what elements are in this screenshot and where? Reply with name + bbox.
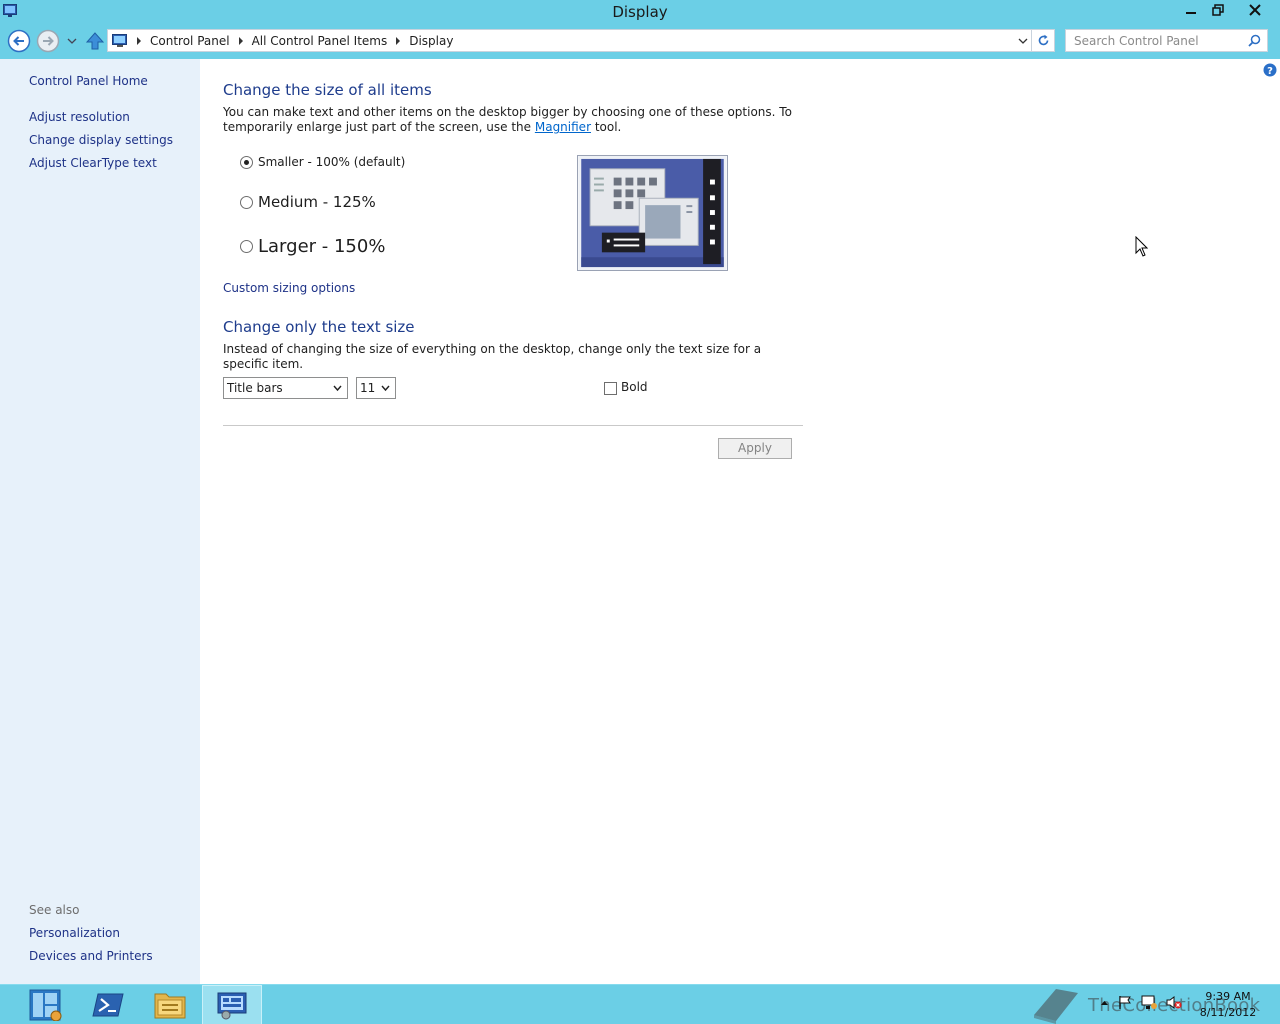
breadcrumb-all-items[interactable]: All Control Panel Items xyxy=(252,34,388,48)
back-button[interactable] xyxy=(7,29,31,53)
restore-button[interactable] xyxy=(1204,0,1232,20)
bold-label[interactable]: Bold xyxy=(621,380,648,394)
display-preview-image xyxy=(577,155,728,271)
control-panel-icon xyxy=(217,992,247,1020)
system-tray xyxy=(1100,995,1182,1010)
breadcrumb-separator[interactable] xyxy=(396,36,401,45)
taskbar-control-panel[interactable] xyxy=(202,985,262,1024)
apply-button[interactable]: Apply xyxy=(718,438,792,459)
magnifier-link[interactable]: Magnifier xyxy=(535,120,591,134)
restore-icon xyxy=(1212,4,1224,16)
sidebar-devices-printers[interactable]: Devices and Printers xyxy=(29,949,153,963)
network-icon[interactable] xyxy=(1141,995,1157,1010)
address-bar[interactable]: Control Panel All Control Panel Items Di… xyxy=(107,29,1055,52)
size-description: You can make text and other items on the… xyxy=(223,105,803,135)
taskbar-file-explorer[interactable] xyxy=(140,985,200,1024)
chevron-down-icon xyxy=(381,385,390,392)
radio-larger[interactable] xyxy=(240,240,253,253)
back-arrow-icon xyxy=(7,29,31,53)
chevron-down-icon xyxy=(67,38,77,44)
forward-arrow-icon xyxy=(36,29,60,53)
chevron-down-icon xyxy=(333,385,342,392)
flag-icon[interactable] xyxy=(1118,995,1132,1010)
sidebar: Control Panel Home Adjust resolution Cha… xyxy=(0,59,200,984)
option-smaller-label: Smaller - 100% (default) xyxy=(258,155,406,169)
radio-medium[interactable] xyxy=(240,195,253,209)
minimize-button[interactable] xyxy=(1177,0,1205,20)
show-hidden-icons-icon[interactable] xyxy=(1100,999,1109,1007)
sidebar-adjust-cleartype[interactable]: Adjust ClearType text xyxy=(29,156,157,170)
option-medium-label: Medium - 125% xyxy=(258,193,376,211)
search-input[interactable] xyxy=(1066,30,1244,51)
item-select-value: Title bars xyxy=(227,381,283,395)
file-explorer-icon xyxy=(154,993,186,1019)
breadcrumb-display[interactable]: Display xyxy=(409,34,453,48)
navigation-bar: Control Panel All Control Panel Items Di… xyxy=(0,24,1280,59)
window-title: Display xyxy=(612,3,668,21)
close-button[interactable] xyxy=(1232,0,1277,20)
refresh-button[interactable] xyxy=(1031,30,1054,51)
title-bar: Display xyxy=(0,0,1280,24)
clock-date: 8/11/2012 xyxy=(1199,1006,1257,1019)
chevron-down-icon xyxy=(1018,38,1027,44)
text-size-description: Instead of changing the size of everythi… xyxy=(223,342,762,371)
svg-text:?: ? xyxy=(1267,66,1273,77)
text-size-heading: Change only the text size xyxy=(223,318,415,336)
option-larger-label: Larger - 150% xyxy=(258,236,386,257)
size-heading: Change the size of all items xyxy=(223,81,432,99)
main-content: ? Change the size of all items You can m… xyxy=(200,59,1280,984)
item-select[interactable]: Title bars xyxy=(223,377,348,399)
volume-muted-icon[interactable] xyxy=(1166,995,1182,1010)
address-history-button[interactable] xyxy=(1014,30,1031,51)
bold-checkbox[interactable] xyxy=(604,382,617,395)
recent-locations-button[interactable] xyxy=(66,29,78,53)
taskbar: TheCollectionBook 9:39 AM 8/11/2012 xyxy=(0,984,1280,1024)
size-description-tail: tool. xyxy=(591,120,622,134)
sidebar-adjust-resolution[interactable]: Adjust resolution xyxy=(29,110,130,124)
option-smaller[interactable]: Smaller - 100% (default) xyxy=(240,155,405,169)
sidebar-control-panel-home[interactable]: Control Panel Home xyxy=(29,74,148,88)
sidebar-personalization[interactable]: Personalization xyxy=(29,926,120,940)
size-description-text: You can make text and other items on the… xyxy=(223,105,792,134)
breadcrumb-separator[interactable] xyxy=(137,36,141,45)
control-panel-icon xyxy=(112,33,127,47)
forward-button[interactable] xyxy=(36,29,60,53)
minimize-icon xyxy=(1186,12,1196,14)
sidebar-change-display-settings[interactable]: Change display settings xyxy=(29,133,173,147)
clock-time: 9:39 AM xyxy=(1205,990,1251,1003)
option-larger[interactable]: Larger - 150% xyxy=(240,236,385,257)
search-icon[interactable] xyxy=(1248,34,1261,47)
option-medium[interactable]: Medium - 125% xyxy=(240,193,376,211)
taskbar-server-manager[interactable] xyxy=(16,985,76,1024)
search-box[interactable] xyxy=(1065,29,1268,52)
breadcrumb-control-panel[interactable]: Control Panel xyxy=(150,34,230,48)
taskbar-powershell[interactable] xyxy=(78,985,138,1024)
close-icon xyxy=(1248,4,1261,16)
font-size-select[interactable]: 11 xyxy=(356,377,396,399)
mouse-cursor-icon xyxy=(1135,236,1148,257)
radio-smaller[interactable] xyxy=(240,155,253,169)
up-arrow-icon xyxy=(85,32,105,50)
divider xyxy=(223,425,803,426)
up-button[interactable] xyxy=(84,29,108,53)
refresh-icon xyxy=(1038,34,1048,46)
powershell-icon xyxy=(92,993,124,1017)
help-icon[interactable]: ? xyxy=(1263,63,1277,77)
breadcrumb: Control Panel All Control Panel Items Di… xyxy=(112,30,453,51)
clock[interactable]: 9:39 AM 8/11/2012 xyxy=(1196,989,1260,1021)
see-also-heading: See also xyxy=(29,903,80,917)
book-icon xyxy=(1034,989,1078,1024)
breadcrumb-separator[interactable] xyxy=(238,36,243,45)
font-size-select-value: 11 xyxy=(360,381,376,395)
custom-sizing-link[interactable]: Custom sizing options xyxy=(223,281,355,295)
server-manager-icon xyxy=(29,989,62,1021)
